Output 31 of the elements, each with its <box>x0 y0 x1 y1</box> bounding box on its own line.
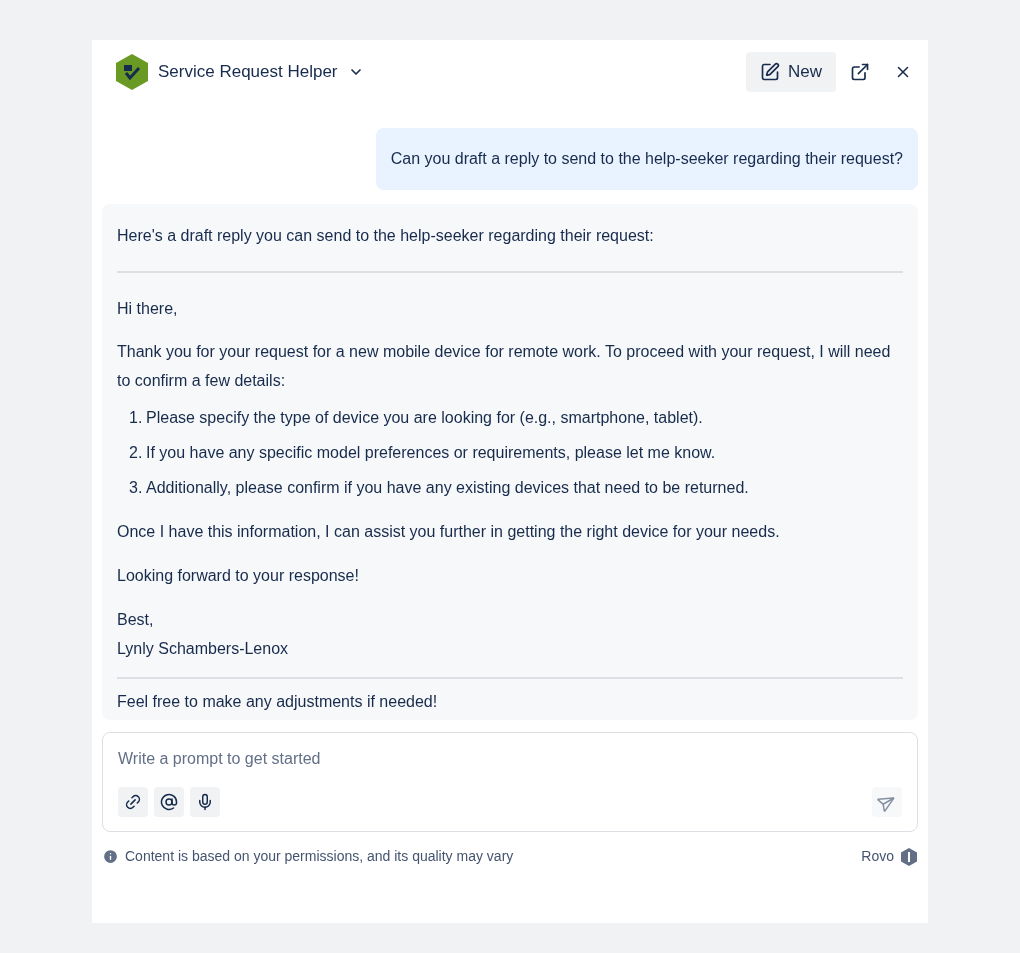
mention-button[interactable] <box>154 787 184 817</box>
reply-outro: Feel free to make any adjustments if needed! <box>117 692 439 712</box>
list-item-text: Please specify the type of device you are looking for (e.g., smartphone, tablet). <box>146 408 703 428</box>
send-button[interactable] <box>872 787 902 817</box>
info-icon <box>102 848 119 865</box>
microphone-icon <box>196 793 214 811</box>
list-number: 2. <box>129 443 144 463</box>
greeting-text: Hi there, <box>117 299 179 319</box>
prompt-input[interactable]: Write a prompt to get started <box>118 747 902 771</box>
signature-line: Lynly Schambers-Lenox <box>117 639 290 659</box>
hexagon-logo-icon <box>114 53 150 91</box>
list-item-text: Additionally, please confirm if you have any existing devices that need to be returned. <box>146 478 749 498</box>
list-item-text: If you have any specific model preferences or requirements, please let me know. <box>146 443 716 463</box>
brand-logo-icon <box>900 846 918 867</box>
microphone-button[interactable] <box>190 787 220 817</box>
brand-label: Rovo <box>861 847 894 866</box>
new-chat-button[interactable]: New <box>746 52 836 92</box>
list-number: 1. <box>129 408 144 428</box>
signature-line: Best, <box>117 610 155 630</box>
at-sign-icon <box>160 793 178 811</box>
pencil-square-icon <box>760 62 780 82</box>
body-paragraph: Thank you for your request for a new mobile device for remote work. To proceed with your request, I will need to confirm a few details: <box>117 342 892 391</box>
list-number: 3. <box>129 478 144 498</box>
link-button[interactable] <box>118 787 148 817</box>
sign-off-text: Looking forward to your response! <box>117 566 360 586</box>
open-external-icon[interactable] <box>850 62 870 82</box>
reply-intro: Here's a draft reply you can send to the help-seeker regarding their request: <box>117 226 655 246</box>
closing-paragraph: Once I have this information, I can assist you further in getting the right device for your needs. <box>117 522 781 542</box>
agent-title: Service Request Helper <box>158 61 338 84</box>
permissions-notice: Content is based on your permissions, and its quality may vary <box>125 847 514 866</box>
user-message: Can you draft a reply to send to the help-seeker regarding their request? <box>375 128 918 190</box>
